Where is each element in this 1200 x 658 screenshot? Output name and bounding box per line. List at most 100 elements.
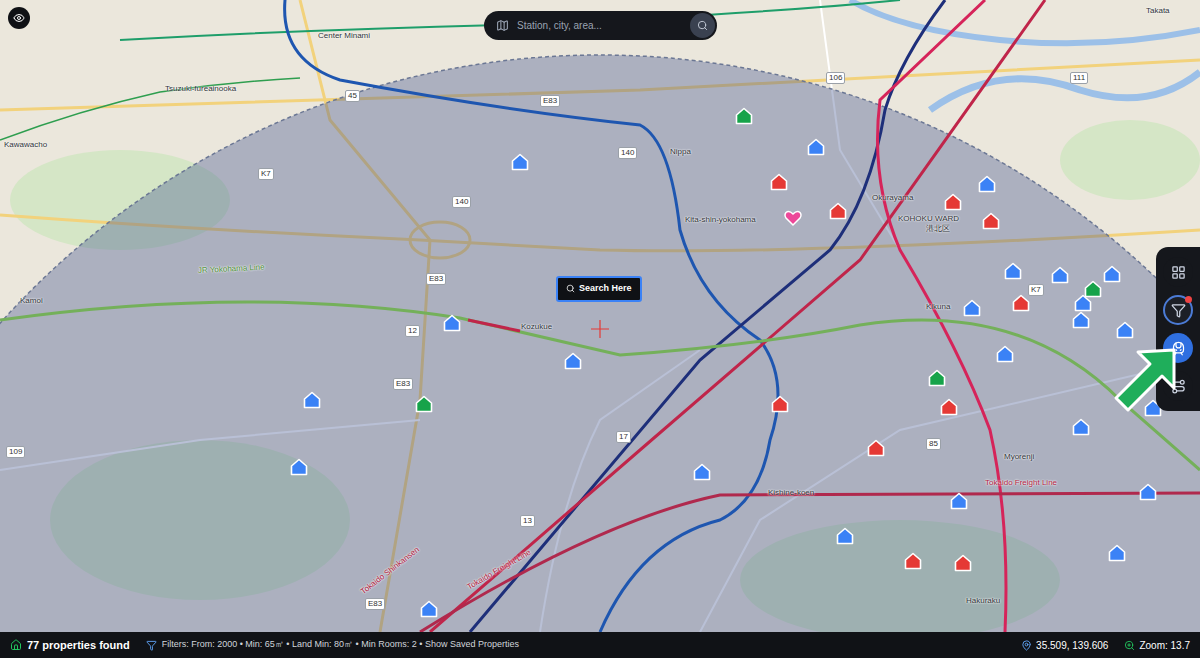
- place-label: KOHOKU WARD: [898, 214, 959, 224]
- property-pin[interactable]: [511, 153, 529, 171]
- house-icon: [1139, 483, 1157, 501]
- property-pin[interactable]: [950, 492, 968, 510]
- property-pin[interactable]: [1072, 418, 1090, 436]
- property-pin[interactable]: [807, 138, 825, 156]
- status-bar: 77 properties foundFilters: From: 2000 •…: [0, 632, 1200, 658]
- property-pin[interactable]: [829, 202, 847, 220]
- house-icon: [443, 314, 461, 332]
- property-pin[interactable]: [1051, 266, 1069, 284]
- road-number: 106: [826, 72, 845, 84]
- house-icon: [978, 175, 996, 193]
- property-pin[interactable]: [770, 173, 788, 191]
- place-label: Hakuraku: [966, 596, 1000, 606]
- road-number: E83: [365, 598, 385, 610]
- search-here-button[interactable]: Search Here: [556, 276, 642, 302]
- property-pin[interactable]: [1103, 265, 1121, 283]
- property-pin[interactable]: [944, 193, 962, 211]
- property-pin[interactable]: [1012, 294, 1030, 312]
- house-icon: [836, 527, 854, 545]
- home-icon: [10, 639, 22, 651]
- place-label: Center Minami: [318, 31, 370, 41]
- place-label: Kikuna: [926, 302, 950, 312]
- house-icon: [954, 554, 972, 572]
- notification-badge: [1185, 296, 1192, 303]
- property-pin[interactable]: [1116, 321, 1134, 339]
- filter-button[interactable]: [1163, 295, 1193, 325]
- place-label: Myorenji: [1004, 452, 1034, 462]
- road-number: 12: [405, 325, 420, 337]
- property-pin[interactable]: [564, 352, 582, 370]
- house-icon: [771, 395, 789, 413]
- eye-icon: [13, 12, 25, 24]
- pointer-arrow-icon: [1108, 346, 1180, 418]
- house-icon: [420, 600, 438, 618]
- place-label: Kita-shin-yokohama: [685, 215, 756, 225]
- road-number: 17: [616, 431, 631, 443]
- road-number: 140: [618, 147, 637, 159]
- place-label: Tsuzuki-fureainooka: [165, 84, 236, 94]
- property-pin[interactable]: [940, 398, 958, 416]
- property-pin[interactable]: [1072, 311, 1090, 329]
- road-number: E83: [540, 95, 560, 107]
- place-label: Okurayama: [872, 193, 913, 203]
- base-map: [0, 0, 1200, 632]
- rail-line-label: Tokaido Freight Line: [985, 478, 1057, 488]
- search-input[interactable]: [517, 18, 682, 33]
- place-label: Kozukue: [521, 322, 552, 332]
- property-pin[interactable]: [978, 175, 996, 193]
- property-pin[interactable]: [867, 439, 885, 457]
- property-pin[interactable]: [996, 345, 1014, 363]
- house-icon: [1072, 418, 1090, 436]
- road-number: 85: [926, 438, 941, 450]
- road-number: E83: [426, 273, 446, 285]
- map-icon: [496, 19, 509, 32]
- property-pin[interactable]: [303, 391, 321, 409]
- house-icon: [290, 458, 308, 476]
- property-pin[interactable]: [771, 395, 789, 413]
- property-pin[interactable]: [982, 212, 1000, 230]
- search-button[interactable]: [690, 13, 715, 38]
- grid-button[interactable]: [1163, 257, 1193, 287]
- property-pin[interactable]: [963, 299, 981, 317]
- map-toolbar: [1156, 247, 1200, 411]
- property-pin[interactable]: [836, 527, 854, 545]
- house-icon: [928, 369, 946, 387]
- house-icon: [1108, 544, 1126, 562]
- property-pin[interactable]: [415, 395, 433, 413]
- place-label: Kawawacho: [4, 140, 47, 150]
- property-pin[interactable]: [784, 209, 802, 227]
- house-icon: [807, 138, 825, 156]
- property-pin[interactable]: [1004, 262, 1022, 280]
- visibility-toggle[interactable]: [8, 7, 30, 29]
- property-count: 77 properties found: [10, 637, 130, 654]
- house-icon: [1084, 280, 1102, 298]
- road-number: 109: [6, 446, 25, 458]
- filter-icon: [1171, 303, 1186, 318]
- house-icon: [1012, 294, 1030, 312]
- house-icon: [996, 345, 1014, 363]
- app: TakataCenter MinamiTsuzuki-fureainookaKa…: [0, 0, 1200, 658]
- property-pin[interactable]: [420, 600, 438, 618]
- map-view[interactable]: TakataCenter MinamiTsuzuki-fureainookaKa…: [0, 0, 1200, 632]
- house-icon: [1051, 266, 1069, 284]
- road-number: K7: [258, 168, 274, 180]
- property-pin[interactable]: [1108, 544, 1126, 562]
- property-pin[interactable]: [904, 552, 922, 570]
- property-pin[interactable]: [443, 314, 461, 332]
- house-icon: [904, 552, 922, 570]
- property-pin[interactable]: [290, 458, 308, 476]
- property-pin[interactable]: [954, 554, 972, 572]
- road-number: K7: [1028, 284, 1044, 296]
- property-pin[interactable]: [1074, 294, 1092, 312]
- road-number: 13: [520, 515, 535, 527]
- property-pin[interactable]: [1084, 280, 1102, 298]
- property-pin[interactable]: [735, 107, 753, 125]
- property-pin[interactable]: [693, 463, 711, 481]
- property-pin[interactable]: [928, 369, 946, 387]
- heart-icon: [784, 209, 802, 227]
- place-label: Kishine-koen: [768, 488, 814, 498]
- house-icon: [1103, 265, 1121, 283]
- search-icon: [697, 20, 708, 31]
- search-bar: [484, 11, 717, 40]
- property-pin[interactable]: [1139, 483, 1157, 501]
